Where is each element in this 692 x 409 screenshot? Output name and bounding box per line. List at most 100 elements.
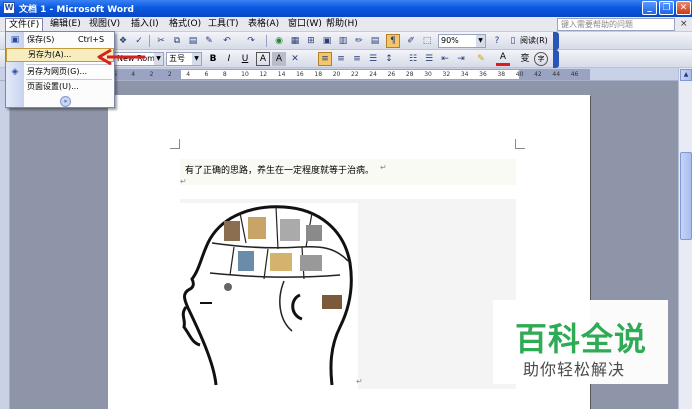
restore-button[interactable]: ❐ <box>659 1 674 15</box>
help-search-input[interactable]: 键入需要帮助的问题 <box>557 18 675 31</box>
align-right-icon[interactable]: ≡ <box>350 52 364 66</box>
vertical-scrollbar[interactable]: ▲ <box>678 68 692 409</box>
expand-menu-chevron-icon[interactable]: » <box>60 96 71 107</box>
columns-icon[interactable]: ▥ <box>336 34 350 48</box>
menu-item-page-setup[interactable]: 页面设置(U)... <box>6 80 114 94</box>
dropdown-arrow-icon: ▼ <box>192 53 201 65</box>
redo-icon[interactable]: ↷ <box>244 34 258 48</box>
reading-mode-icon[interactable]: ▯ <box>506 34 520 48</box>
numbering-icon[interactable]: ☷ <box>406 52 420 66</box>
increase-indent-icon[interactable]: ⇥ <box>454 52 468 66</box>
hyperlink-icon[interactable]: ◉ <box>272 34 286 48</box>
italic-button[interactable]: I <box>222 52 236 66</box>
vertical-ruler[interactable] <box>0 81 10 409</box>
menu-edit[interactable]: 编辑(E) <box>47 18 84 31</box>
toolbar-divider <box>266 35 267 47</box>
ruler-tick-label: 32 <box>442 71 451 78</box>
character-scaling-icon[interactable]: ✕ <box>288 52 302 66</box>
watermark-brand: 百科全说 <box>515 320 648 358</box>
menu-window[interactable]: 窗口(W) <box>285 18 325 31</box>
font-size-value: 五号 <box>169 54 185 63</box>
ruler-tick-label: 16 <box>296 71 304 78</box>
menu-tools[interactable]: 工具(T) <box>205 18 242 31</box>
ruler-tick-label: 36 <box>479 71 487 78</box>
enclose-characters-button[interactable]: 字 <box>534 52 548 66</box>
distributed-icon[interactable]: ☰ <box>366 52 380 66</box>
menu-help[interactable]: 帮助(H) <box>323 18 361 31</box>
format-painter-icon[interactable]: ✎ <box>202 34 216 48</box>
show-hide-formatting-icon[interactable]: ¶ <box>386 34 400 48</box>
menu-item-save[interactable]: ▣ 保存(S) Ctrl+S <box>6 33 114 47</box>
word-app-icon[interactable]: W <box>3 2 15 14</box>
menu-insert[interactable]: 插入(I) <box>128 18 162 31</box>
menu-format[interactable]: 格式(O) <box>166 18 204 31</box>
ruler-tick-label: 8 <box>222 71 227 78</box>
ruler-tick-label: 30 <box>424 71 432 78</box>
toolbar-options-handle[interactable] <box>553 32 559 50</box>
ruler-tick-label: 2 <box>149 71 154 78</box>
baike-watermark: 百科全说 助你轻松解决 <box>493 300 668 384</box>
title-bar: W 文档 1 - Microsoft Word _ ❐ ✕ <box>0 0 692 17</box>
ruler-tick-label: 14 <box>277 71 286 78</box>
ruler-tick-label: 20 <box>332 71 341 78</box>
horizontal-ruler[interactable]: 6422468101214161820222426283032343638404… <box>108 69 590 80</box>
ruler-tick-label: 26 <box>387 71 396 78</box>
web-page-icon: ◈ <box>11 67 19 77</box>
red-arrow-annotation <box>97 48 145 66</box>
close-button[interactable]: ✕ <box>676 1 691 15</box>
phrenology-head-image[interactable] <box>180 203 358 389</box>
window-title: 文档 1 - Microsoft Word <box>19 5 134 15</box>
underline-button[interactable]: U <box>238 52 252 66</box>
insert-shapes-icon[interactable]: ⬚ <box>420 34 434 48</box>
ruler-tick-label: 24 <box>369 71 377 78</box>
help-icon[interactable]: ? <box>490 34 504 48</box>
font-color-button[interactable]: A <box>496 52 510 66</box>
zoom-value: 90% <box>441 36 459 45</box>
menu-table[interactable]: 表格(A) <box>245 18 282 31</box>
font-size-select[interactable]: 五号 ▼ <box>166 52 202 66</box>
ruler-tick-label: 12 <box>259 71 268 78</box>
align-center-icon[interactable]: ≡ <box>334 52 348 66</box>
toolbar-options-handle[interactable] <box>553 50 559 68</box>
undo-icon[interactable]: ↶ <box>220 34 234 48</box>
paragraph-mark: ↵ <box>180 177 187 186</box>
ink-icon[interactable]: ✐ <box>404 34 418 48</box>
copy-icon[interactable]: ⧉ <box>170 34 184 48</box>
cut-icon[interactable]: ✂ <box>154 34 168 48</box>
minimize-button[interactable]: _ <box>642 1 657 15</box>
line-spacing-icon[interactable]: ↕ <box>382 52 396 66</box>
drawing-icon[interactable]: ✏ <box>352 34 366 48</box>
ruler-tick-label: 34 <box>460 71 469 78</box>
spelling-icon[interactable]: ✓ <box>132 34 146 48</box>
bold-button[interactable]: B <box>206 52 220 66</box>
head-illustration <box>181 205 353 386</box>
decrease-indent-icon[interactable]: ⇤ <box>438 52 452 66</box>
scroll-up-arrow-icon[interactable]: ▲ <box>680 69 692 81</box>
ruler-tick-label: 22 <box>351 71 359 78</box>
scroll-thumb[interactable] <box>680 152 692 240</box>
bullets-icon[interactable]: ☰ <box>422 52 436 66</box>
zoom-select[interactable]: 90% ▼ <box>438 34 486 48</box>
menu-item-save-as-web-page[interactable]: ◈ 另存为网页(G)... <box>6 65 114 79</box>
text-paragraph[interactable]: 有了正确的思路，养生在一定程度就等于治病。 ↵ <box>180 159 516 185</box>
document-close-icon[interactable]: × <box>680 19 688 29</box>
insert-table-icon[interactable]: ⊞ <box>304 34 318 48</box>
image-block: ↵ <box>180 199 516 389</box>
character-shading-button[interactable]: A <box>272 52 286 66</box>
research-icon[interactable]: ❖ <box>116 34 130 48</box>
menu-view[interactable]: 视图(V) <box>86 18 123 31</box>
paste-icon[interactable]: ▤ <box>186 34 200 48</box>
character-border-button[interactable]: A <box>256 52 270 66</box>
document-map-icon[interactable]: ▤ <box>368 34 382 48</box>
align-justify-icon[interactable]: ≡ <box>318 52 332 66</box>
corner-mark <box>170 139 180 149</box>
menu-item-label: 页面设置(U)... <box>27 82 79 91</box>
reading-mode-label[interactable]: 阅读(R) <box>520 34 548 48</box>
tables-borders-icon[interactable]: ▦ <box>288 34 302 48</box>
paragraph-mark: ↵ <box>356 377 363 386</box>
insert-excel-icon[interactable]: ▣ <box>320 34 334 48</box>
highlight-color-icon[interactable]: ✎ <box>474 52 488 66</box>
phonetic-guide-button[interactable]: 变 <box>518 52 532 66</box>
menu-file[interactable]: 文件(F) <box>5 18 44 31</box>
ruler-tick-label: 42 <box>534 71 542 78</box>
